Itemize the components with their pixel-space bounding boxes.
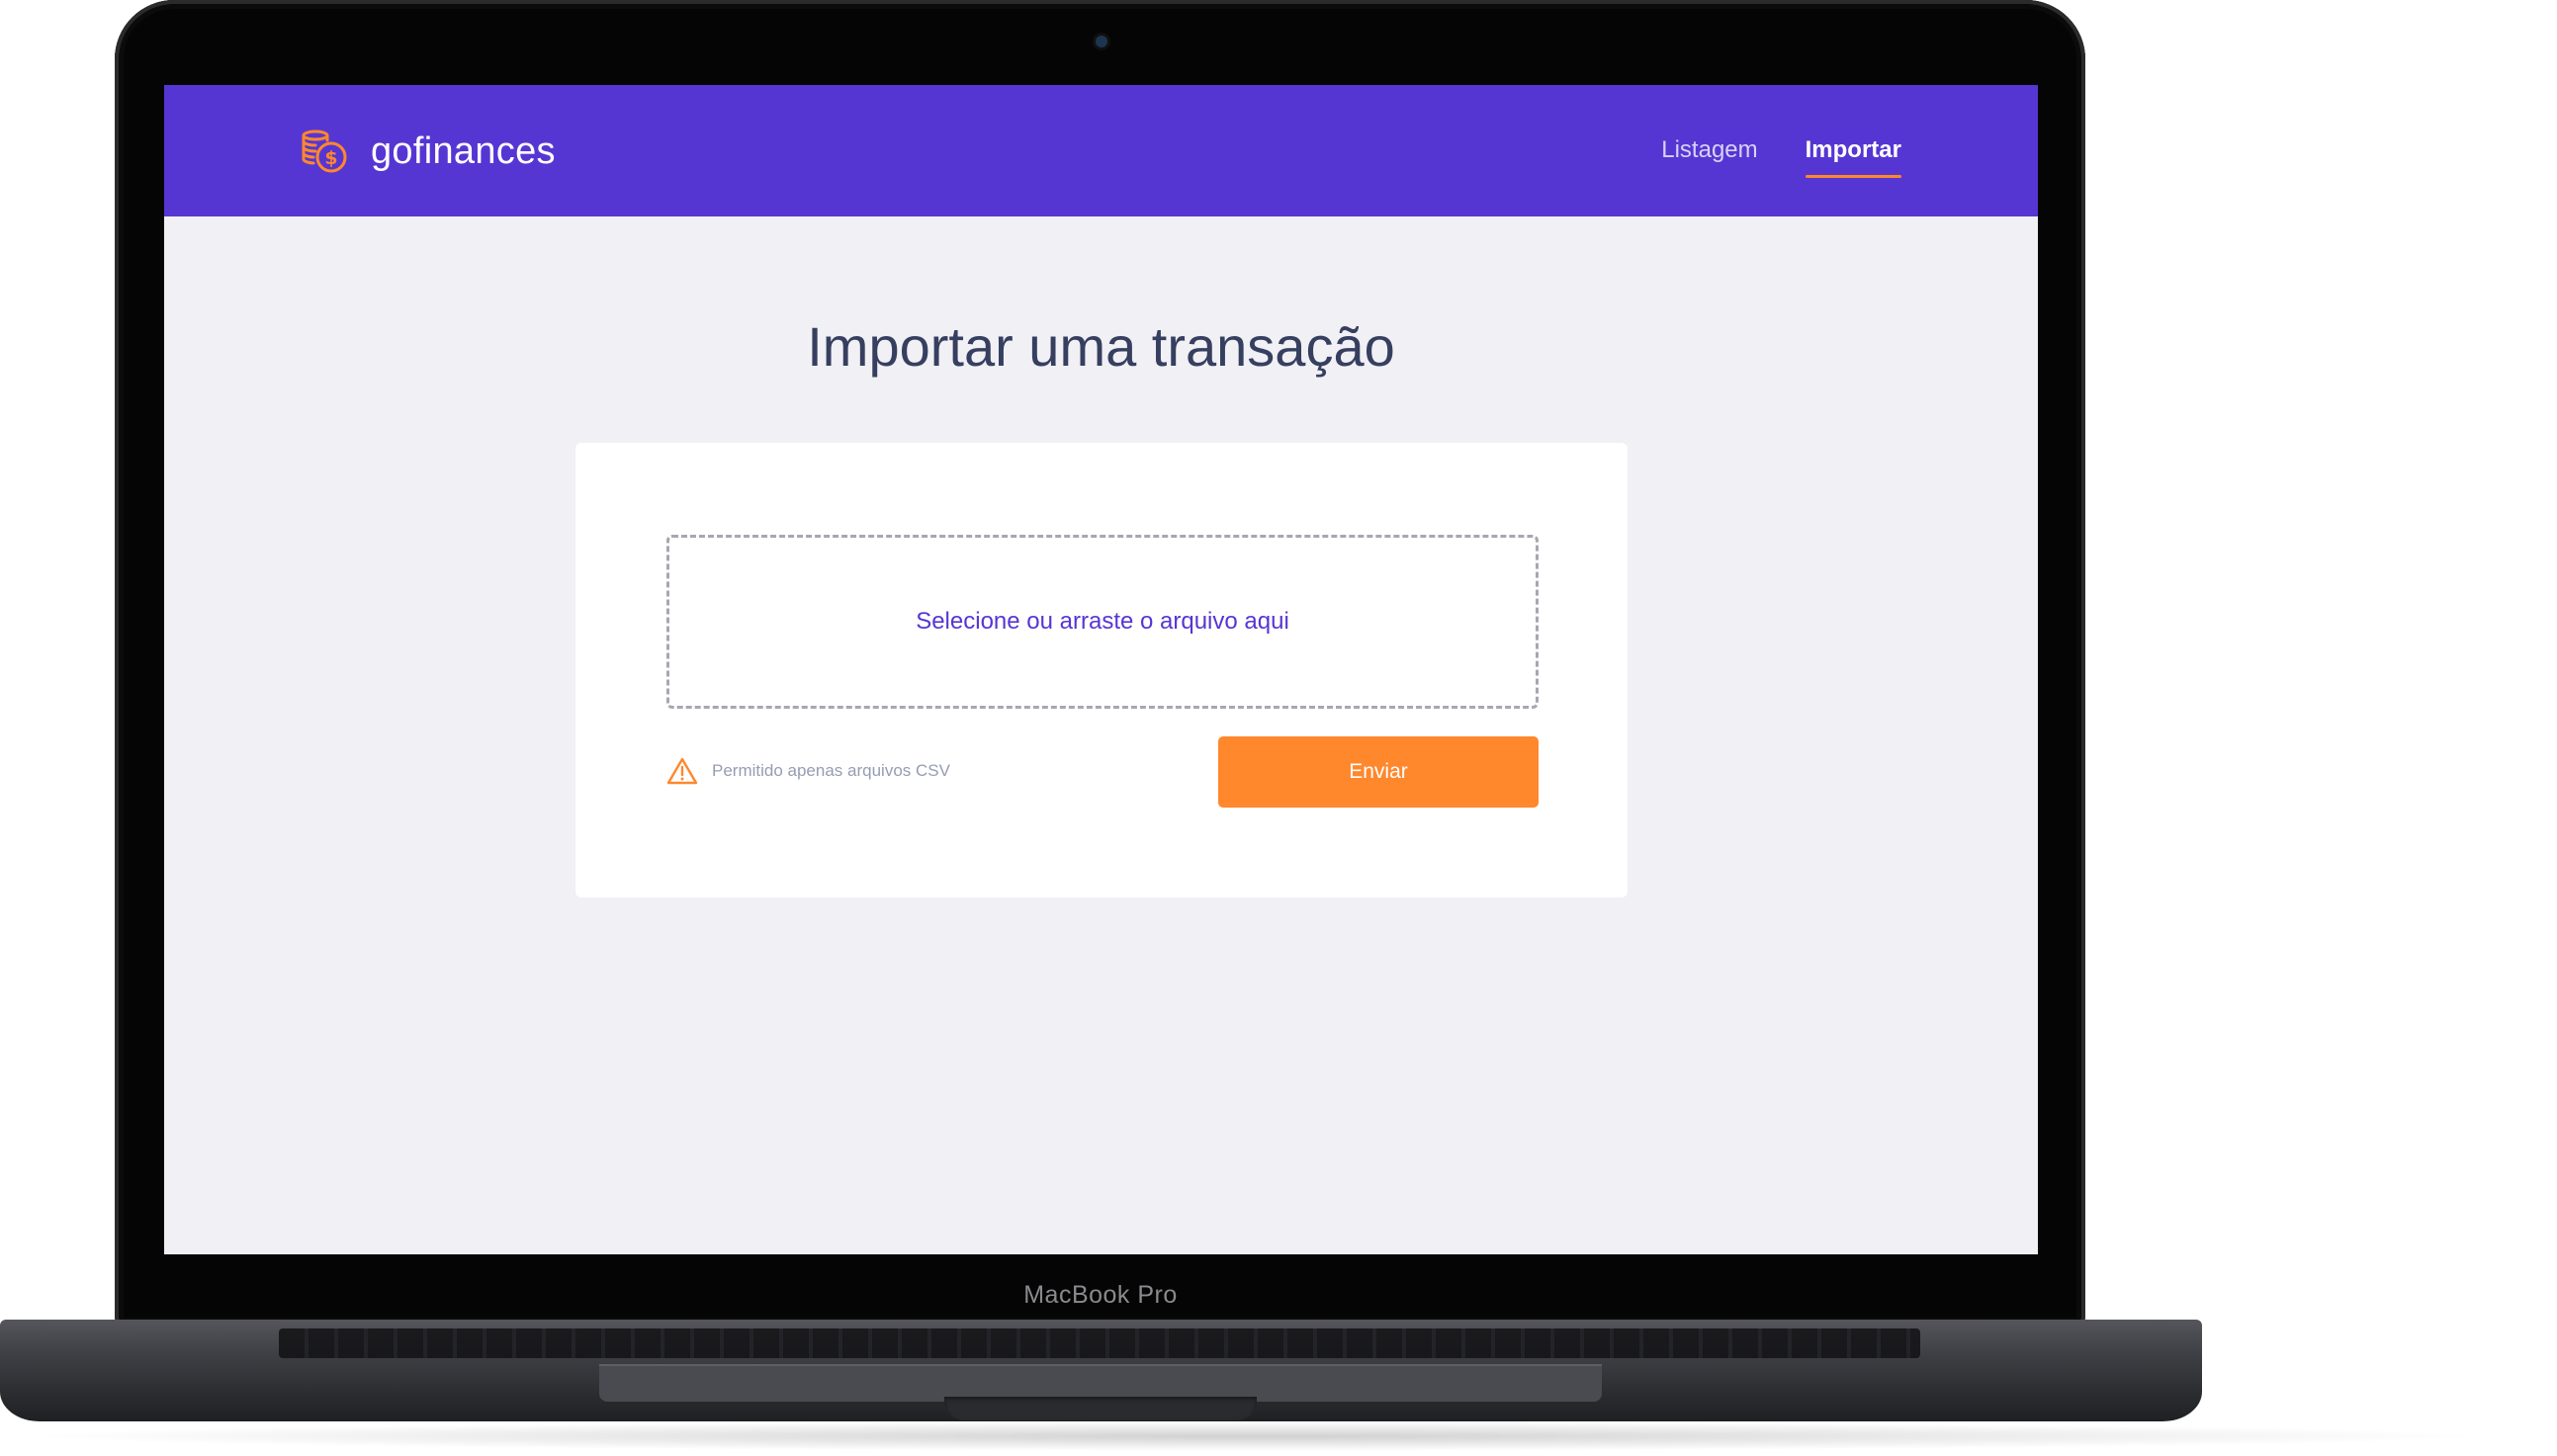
laptop-model-label: MacBook Pro	[1023, 1281, 1178, 1309]
dropzone-label: Selecione ou arraste o arquivo aqui	[916, 608, 1289, 635]
app-logo[interactable]: $ gofinances	[299, 125, 556, 178]
laptop-shadow	[20, 1421, 2492, 1451]
laptop-opening-notch	[944, 1397, 1257, 1420]
coins-dollar-icon: $	[302, 129, 347, 173]
hint-text: Permitido apenas arquivos CSV	[712, 761, 950, 780]
main-nav: Listagem Importar	[1661, 136, 1902, 178]
nav-importar[interactable]: Importar	[1805, 136, 1902, 178]
nav-listagem[interactable]: Listagem	[1661, 136, 1757, 178]
warning-icon	[666, 757, 698, 785]
import-footer: Permitido apenas arquivos CSV Enviar	[666, 736, 1539, 808]
app-name: gofinances	[371, 129, 556, 172]
app-screen: $ gofinances Listagem Importar Importar …	[164, 85, 2038, 1254]
webcam	[1096, 36, 1107, 47]
file-dropzone[interactable]: Selecione ou arraste o arquivo aqui	[666, 535, 1539, 709]
laptop-keyboard	[279, 1328, 1920, 1358]
app-header: $ gofinances Listagem Importar	[164, 85, 2038, 216]
send-button[interactable]: Enviar	[1218, 736, 1539, 808]
file-type-hint: Permitido apenas arquivos CSV	[666, 756, 950, 786]
import-card: Selecione ou arraste o arquivo aqui Perm…	[575, 443, 1628, 898]
svg-text:$: $	[324, 147, 337, 169]
page-title: Importar uma transação	[807, 315, 1395, 378]
laptop-mockup: $ gofinances Listagem Importar Importar …	[0, 0, 2557, 1456]
